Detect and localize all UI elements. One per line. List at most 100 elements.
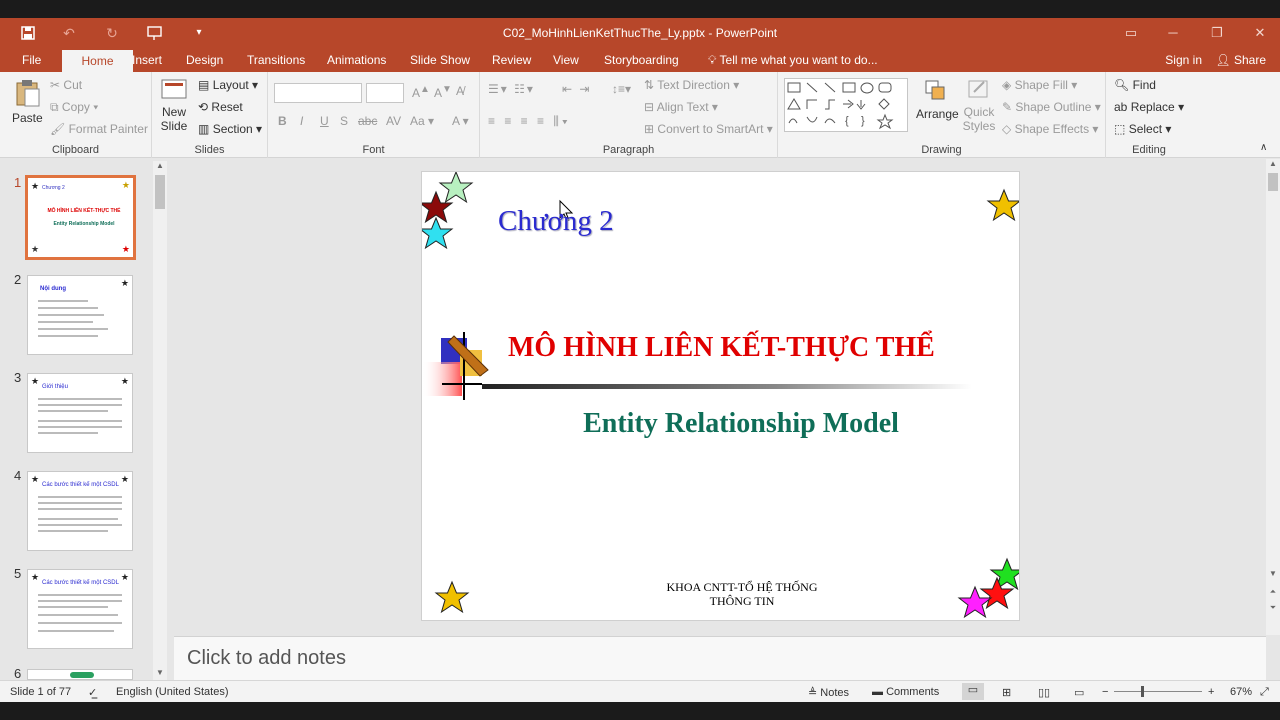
cut-button[interactable]: ✂︎ Cut (50, 78, 82, 92)
copy-label: Copy (61, 100, 90, 114)
align-text-button[interactable]: ⊟ Align Text ▾ (644, 100, 718, 114)
slide-chapter[interactable]: Chương 2 (498, 205, 614, 238)
collapse-ribbon-icon[interactable]: ∧ (1260, 142, 1267, 153)
align-icons[interactable]: ≡ ≡ ≡ ≡ ⫼▾ (488, 114, 571, 129)
slide-thumbnail-5[interactable]: Các bước thiết kế một CSDL ★ ★ (27, 569, 133, 649)
tell-me-box[interactable]: 💡︎ Tell me what you want to do... (700, 48, 886, 72)
scroll-up-icon[interactable]: ▲ (153, 161, 167, 173)
convert-smartart-button[interactable]: ⊞ Convert to SmartArt ▾ (644, 122, 773, 136)
slide-show-icon[interactable]: ▭ (1074, 686, 1084, 699)
scroll-up-icon[interactable]: ▲ (1266, 159, 1280, 171)
select-button[interactable]: ⬚ Select ▾ (1114, 122, 1171, 136)
indent-icons[interactable]: ⇤ ⇥ (562, 82, 591, 96)
font-size-combo[interactable] (366, 83, 404, 103)
increase-font-icon[interactable]: A▲ (412, 84, 430, 100)
paintbrush-icon: 🖌︎ (50, 122, 66, 136)
bullets-icon[interactable]: ☰▾ ☷▾ (488, 82, 535, 96)
decrease-font-icon[interactable]: A▼ (434, 84, 452, 100)
scroll-down-icon[interactable]: ▼ (153, 668, 167, 680)
zoom-slider-thumb[interactable] (1140, 686, 1144, 697)
shape-effects-button[interactable]: ◇ Shape Effects ▾ (1002, 122, 1098, 136)
slide-thumbnail-3[interactable]: Giới thiệu ★ ★ (27, 373, 133, 453)
minimize-icon[interactable]: ─ (1160, 23, 1186, 43)
slide-sorter-icon[interactable]: ⊞ (1002, 686, 1011, 699)
reading-view-icon[interactable]: ▯▯ (1038, 686, 1050, 699)
comment-icon: ▬ (872, 686, 883, 698)
close-icon[interactable]: ✕ (1247, 23, 1273, 43)
font-color-button[interactable]: A ▾ (452, 114, 469, 128)
paste-button[interactable]: Paste (12, 78, 43, 125)
reset-button[interactable]: ⟲ Reset (198, 100, 243, 114)
arrange-button[interactable]: Arrange (916, 78, 959, 121)
tab-review[interactable]: Review (484, 48, 539, 72)
quick-styles-button[interactable]: Quick Styles (960, 78, 998, 133)
notes-pane[interactable]: Click to add notes (174, 636, 1266, 680)
replace-button[interactable]: ab Replace ▾ (1114, 100, 1184, 114)
slide-title[interactable]: MÔ HÌNH LIÊN KẾT-THỰC THỂ (508, 332, 935, 364)
underline-button[interactable]: U (320, 114, 329, 128)
zoom-level[interactable]: 67% (1230, 686, 1252, 698)
italic-button[interactable]: I (300, 114, 303, 128)
comments-toggle[interactable]: ▬ Comments (872, 686, 939, 698)
tab-view[interactable]: View (545, 48, 587, 72)
tab-design[interactable]: Design (178, 48, 231, 72)
next-slide-icon[interactable]: ⏷ (1266, 603, 1280, 615)
editor-scrollbar[interactable]: ▲ ▼ ⏶ ⏷ (1266, 159, 1280, 635)
tab-transitions[interactable]: Transitions (239, 48, 313, 72)
fit-slide-icon[interactable]: ⤢ (1260, 686, 1269, 699)
slide-footer-line1: KHOA CNTT-TỔ HỆ THỐNG (666, 580, 818, 594)
change-case-button[interactable]: Aa ▾ (410, 114, 434, 128)
layout-button[interactable]: ▤ Layout ▾ (198, 78, 258, 92)
slide-thumbnail-4[interactable]: Các bước thiết kế một CSDL ★ ★ (27, 471, 133, 551)
sign-in-link[interactable]: Sign in (1165, 48, 1202, 73)
zoom-slider[interactable] (1114, 691, 1202, 692)
zoom-in-icon[interactable]: + (1208, 686, 1214, 698)
slide-thumbnail-2[interactable]: Nội dung ★ (27, 275, 133, 355)
shadow-button[interactable]: S (340, 114, 348, 128)
slide-footer[interactable]: KHOA CNTT-TỔ HỆ THỐNG THÔNG TIN (622, 580, 862, 608)
notes-toggle[interactable]: ≜ Notes (808, 686, 849, 699)
scroll-down-icon[interactable]: ▼ (1266, 569, 1280, 581)
bold-button[interactable]: B (278, 114, 287, 128)
format-painter-button[interactable]: 🖌︎ Format Painter (50, 122, 148, 136)
slide-subtitle[interactable]: Entity Relationship Model (508, 408, 974, 440)
section-icon: ▥ (198, 122, 210, 136)
shape-outline-button[interactable]: ✎ Shape Outline ▾ (1002, 100, 1101, 114)
previous-slide-icon[interactable]: ⏶ (1266, 587, 1280, 599)
effects-icon: ◇ (1002, 122, 1012, 136)
scroll-thumb[interactable] (155, 175, 165, 209)
scroll-thumb[interactable] (1268, 173, 1278, 191)
char-spacing-icon[interactable]: AV (386, 114, 401, 128)
clear-formatting-icon[interactable]: A̸ (456, 84, 464, 98)
font-name-combo[interactable] (274, 83, 362, 103)
ribbon-tabs: File Home Insert Design Transitions Anim… (0, 48, 1280, 72)
shape-fill-button[interactable]: ◈ Shape Fill ▾ (1002, 78, 1077, 92)
tab-animations[interactable]: Animations (319, 48, 394, 72)
tab-insert[interactable]: Insert (124, 48, 170, 72)
tab-home[interactable]: Home (62, 50, 133, 72)
notes-placeholder[interactable]: Click to add notes (187, 647, 346, 670)
tab-storyboarding[interactable]: Storyboarding (596, 48, 687, 72)
new-slide-button[interactable]: New Slide (158, 78, 190, 133)
zoom-out-icon[interactable]: − (1102, 686, 1108, 698)
copy-button[interactable]: ⧉ Copy ▾ (50, 100, 98, 115)
powerpoint-window: ↶ ↻ ▾ C02_MoHinhLienKetThucThe_Ly.pptx -… (0, 0, 1280, 720)
slide-thumbnail-1[interactable]: Chương 2 MÔ HÌNH LIÊN KẾT-THỰC THỂ Entit… (25, 175, 136, 260)
tab-file[interactable]: File (14, 48, 49, 72)
spell-check-icon[interactable]: ✓̲ (88, 686, 97, 699)
slide-canvas[interactable]: Chương 2 MÔ HÌNH LIÊN KẾT-THỰC THỂ Entit… (421, 171, 1020, 621)
tab-slide-show[interactable]: Slide Show (402, 48, 478, 72)
ribbon-display-options-icon[interactable]: ▭ (1118, 23, 1144, 43)
normal-view-icon[interactable]: ▭ (962, 683, 984, 700)
strikethrough-button[interactable]: abc (358, 114, 377, 128)
section-button[interactable]: ▥ Section ▾ (198, 122, 262, 136)
shapes-gallery[interactable]: {} (784, 78, 908, 132)
slide-thumbnail-6[interactable] (27, 669, 133, 680)
language-indicator[interactable]: English (United States) (116, 686, 229, 698)
share-button[interactable]: 👤︎ Share (1215, 48, 1266, 73)
thumbnails-scrollbar[interactable]: ▲ ▼ (153, 161, 167, 680)
find-button[interactable]: 🔍︎ Find (1114, 78, 1156, 92)
text-direction-button[interactable]: ⇅ Text Direction ▾ (644, 78, 739, 92)
line-spacing-icon[interactable]: ↕≡▾ (612, 82, 631, 96)
restore-icon[interactable]: ❐ (1204, 23, 1230, 43)
